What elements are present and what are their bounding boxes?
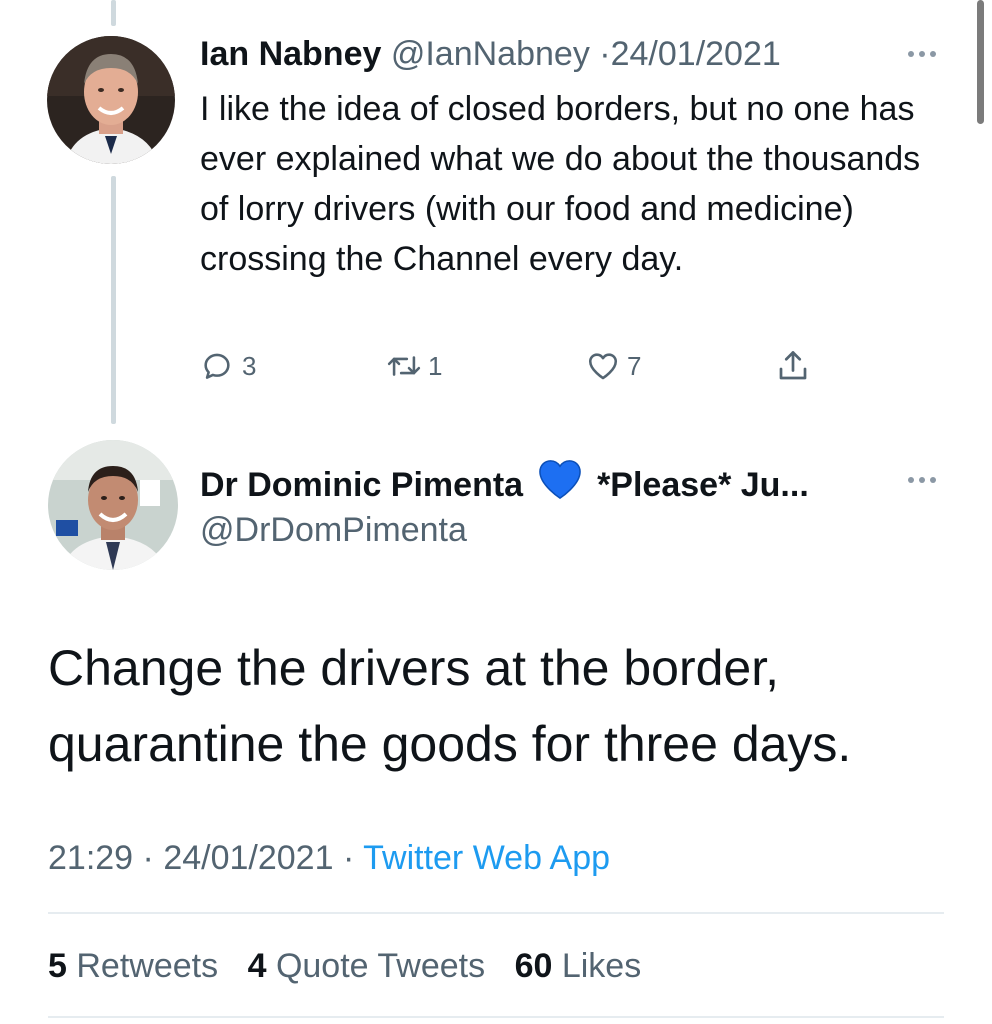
likes-count: 60 [514,947,553,985]
reply-text: I like the idea of closed borders, but n… [200,90,921,278]
reply-separator: · [599,35,611,73]
blue-heart-icon [537,458,583,511]
quote-tweets-stat[interactable]: 4 Quote Tweets [248,947,515,985]
reply-handle[interactable]: @IanNabney [391,35,590,73]
tweet-stats: 5 Retweets 4 Quote Tweets 60 Likes [48,942,661,990]
reply-action-share[interactable] [775,344,811,388]
more-dot [930,51,936,57]
quote-count: 4 [247,947,267,985]
retweet-count: 1 [428,350,443,381]
share-icon [775,348,811,384]
reply-author-name[interactable]: Ian Nabney [200,35,381,73]
reply-date[interactable]: 24/01/2021 [611,35,781,73]
main-handle[interactable]: @DrDomPimenta [200,508,467,552]
main-author-name-suffix[interactable]: *Please* Ju... [597,463,809,507]
reply-action-retweet[interactable]: 1 [384,344,442,388]
avatar-ian-nabney[interactable] [47,36,175,164]
retweets-stat[interactable]: 5 Retweets [48,947,248,985]
reply-count: 3 [242,350,257,381]
reply-action-like[interactable]: 7 [585,344,641,388]
quote-label: Quote Tweets [275,947,486,985]
main-more-icon[interactable] [902,470,942,490]
retweets-count: 5 [48,947,67,985]
divider [48,1016,944,1018]
tweet-source-link[interactable]: Twitter Web App [363,839,610,877]
divider [48,912,944,914]
scrollbar[interactable] [977,0,984,124]
thread-line-bottom [111,176,116,424]
reply-header: Ian Nabney @IanNabney ·24/01/2021 [200,32,781,76]
like-icon [585,349,621,383]
more-dot [908,477,914,483]
tweet-meta: 21:29 · 24/01/2021 · Twitter Web App [48,834,610,882]
like-count: 7 [627,350,642,381]
likes-stat[interactable]: 60 Likes [515,947,662,985]
thread-line-top [111,0,116,26]
main-author-name-row: Dr Dominic Pimenta *Please* Ju... [200,458,809,511]
more-dot [930,477,936,483]
more-dot [919,477,925,483]
more-dot [919,51,925,57]
reply-icon [200,349,234,383]
tweet-time: 21:29 [48,839,134,877]
tweet-date: 24/01/2021 [163,839,334,877]
likes-label: Likes [561,947,642,985]
retweets-label: Retweets [76,947,219,985]
avatar-dominic-pimenta[interactable] [48,440,178,570]
reply-action-reply[interactable]: 3 [200,344,256,388]
more-dot [908,51,914,57]
main-author-name[interactable]: Dr Dominic Pimenta [200,463,523,507]
meta-dot: · [342,839,355,877]
reply-more-icon[interactable] [902,44,942,64]
meta-dot: · [142,839,154,877]
retweet-icon [384,349,424,383]
main-tweet-text: Change the drivers at the border, quaran… [48,640,852,772]
